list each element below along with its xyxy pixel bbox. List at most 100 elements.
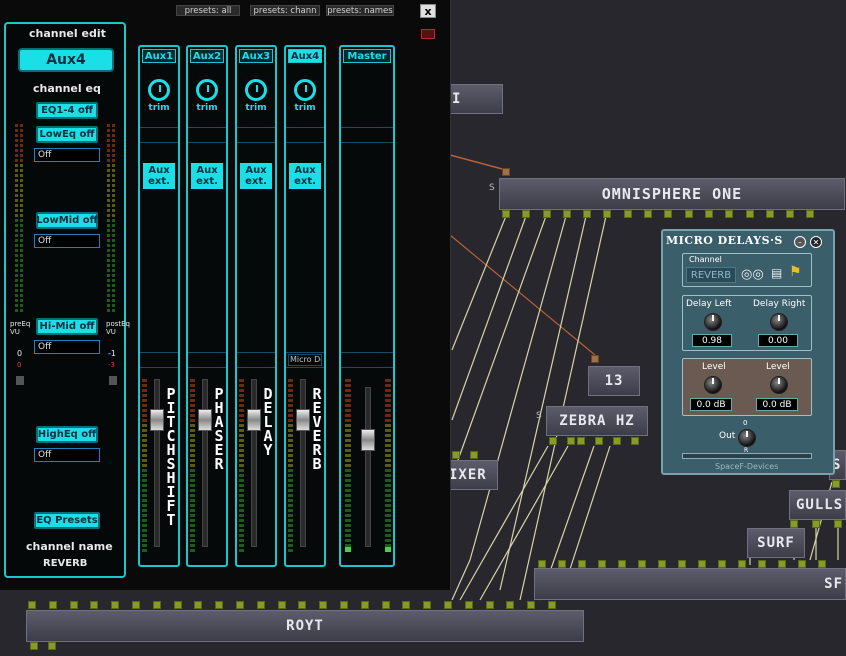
node-pin[interactable] [725,210,733,218]
trim-knob[interactable] [245,79,267,101]
node-pin[interactable] [132,601,140,609]
node-pin[interactable] [832,480,840,488]
out-knob[interactable] [738,429,756,447]
node-pin[interactable] [340,601,348,609]
node-pin[interactable] [174,601,182,609]
channel-strip-aux1[interactable]: Aux1 trim Aux ext. PITCH SHIFT [138,45,180,567]
fader-track[interactable] [251,379,257,547]
node-pin[interactable] [591,355,599,363]
node-pin[interactable] [624,210,632,218]
strip-label[interactable]: Aux3 [239,49,273,63]
node-pin[interactable] [236,601,244,609]
minimize-button[interactable] [421,29,435,39]
node-pin[interactable] [49,601,57,609]
node-sf[interactable]: SF [534,568,846,600]
node-pin[interactable] [798,560,806,568]
node-pin[interactable] [746,210,754,218]
node-pin[interactable] [361,601,369,609]
node-pin[interactable] [538,560,546,568]
node-pin[interactable] [790,520,798,528]
node-pin[interactable] [48,642,56,650]
node-pin[interactable] [70,601,78,609]
node-pin[interactable] [778,560,786,568]
trim-knob[interactable] [148,79,170,101]
node-pin[interactable] [549,437,557,445]
node-pin[interactable] [685,210,693,218]
node-pin[interactable] [506,601,514,609]
strip-label[interactable]: Aux4 [288,49,322,63]
eq1-4-off-button[interactable]: EQ1-4 off [36,102,98,119]
pre-eq-reset-icon[interactable] [16,376,24,385]
node-omnisphere-one[interactable]: OMNISPHERE ONE [499,178,845,210]
insert-slot[interactable]: Micro De [288,354,322,366]
node-pin[interactable] [111,601,119,609]
node-pin[interactable] [423,601,431,609]
himid-off-button[interactable]: Hi-Mid off [36,318,98,335]
node-pin[interactable] [30,642,38,650]
node-zebra-hz[interactable]: ZEBRA HZ [546,406,648,436]
node-pin[interactable] [444,601,452,609]
node-pin[interactable] [465,601,473,609]
node-pin[interactable] [215,601,223,609]
aux-ext-button[interactable]: Aux ext. [143,163,175,189]
node-pin[interactable] [563,210,571,218]
delay-right-value[interactable]: 0.00 [758,334,798,347]
node-pin[interactable] [527,601,535,609]
node-pin[interactable] [548,601,556,609]
trim-knob[interactable] [294,79,316,101]
node-royt[interactable]: ROYT [26,610,584,642]
node-pin[interactable] [806,210,814,218]
channel-strip-aux3[interactable]: Aux3 trim Aux ext. DELAY [235,45,277,567]
presets-all-tab[interactable]: presets: all [176,5,240,16]
link-icon[interactable]: ◎◎ [741,267,764,282]
document-icon[interactable]: ▤ [771,266,782,280]
delay-right-knob[interactable] [770,313,788,331]
higheq-field[interactable]: Off [34,448,100,462]
node-pin[interactable] [613,437,621,445]
node-pin[interactable] [577,437,585,445]
level-right-knob[interactable] [770,376,788,394]
node-pin[interactable] [502,210,510,218]
fader-handle[interactable] [150,409,164,431]
node-pin[interactable] [812,520,820,528]
level-right-value[interactable]: 0.0 dB [756,398,798,411]
node-pin[interactable] [583,210,591,218]
node-pin[interactable] [402,601,410,609]
node-pin[interactable] [567,437,575,445]
node-pin[interactable] [558,560,566,568]
node-pin[interactable] [153,601,161,609]
close-icon[interactable]: ✕ [810,236,822,248]
node-pin[interactable] [786,210,794,218]
node-pin[interactable] [834,520,842,528]
strip-label[interactable]: Master [343,49,391,63]
node-pin[interactable] [705,210,713,218]
node-mixer[interactable]: IXER [444,460,498,490]
level-left-value[interactable]: 0.0 dB [690,398,732,411]
fader-handle[interactable] [247,409,261,431]
strip-label[interactable]: Aux1 [142,49,176,63]
node-pin[interactable] [664,210,672,218]
aux-ext-button[interactable]: Aux ext. [191,163,223,189]
aux-mixer-window[interactable]: presets: all presets: chann presets: nam… [0,0,451,590]
fader-handle[interactable] [296,409,310,431]
node-pin[interactable] [618,560,626,568]
node-pin[interactable] [278,601,286,609]
lowmid-off-button[interactable]: LowMid off [36,212,98,229]
higheq-off-button[interactable]: HighEq off [36,426,98,443]
himid-field[interactable]: Off [34,340,100,354]
node-surf[interactable]: SURF [747,528,805,558]
node-pin[interactable] [578,560,586,568]
lowmid-field[interactable]: Off [34,234,100,248]
node-pin[interactable] [382,601,390,609]
node-pin[interactable] [738,560,746,568]
node-pin[interactable] [502,168,510,176]
flag-icon[interactable]: ⚑ [789,264,802,280]
delay-left-value[interactable]: 0.98 [692,334,732,347]
node-pin[interactable] [698,560,706,568]
fader-track[interactable] [202,379,208,547]
node-pin[interactable] [758,560,766,568]
node-di[interactable]: I [447,84,503,114]
node-pin[interactable] [595,437,603,445]
node-pin[interactable] [644,210,652,218]
node-pin[interactable] [603,210,611,218]
